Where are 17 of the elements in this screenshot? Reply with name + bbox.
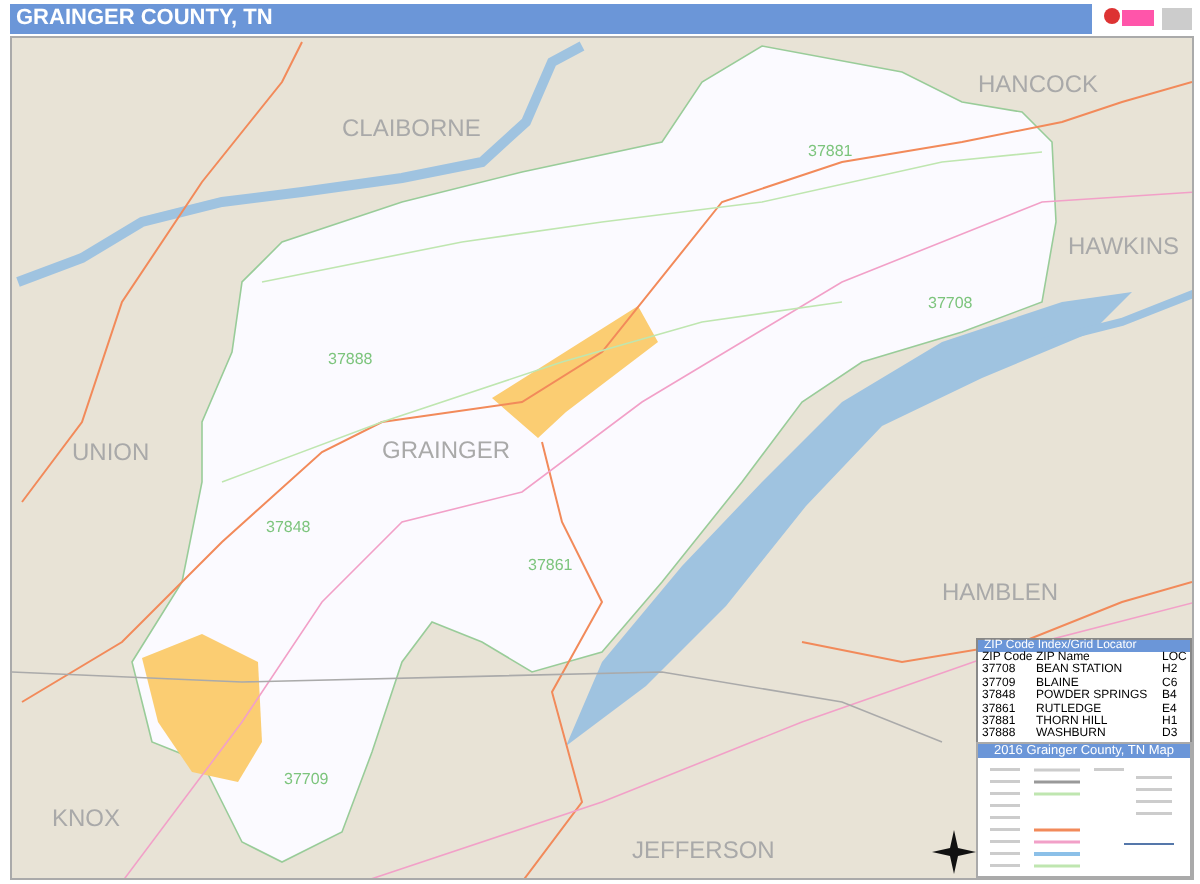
publisher-logo-icon [1102,3,1194,33]
compass-rose-icon [932,830,976,874]
county-label: GRAINGER [382,436,511,464]
map-title: GRAINGER COUNTY, TN [16,6,273,30]
county-label: UNION [72,438,150,466]
zip-code-label: 37708 [928,294,973,312]
county-label: HANCOCK [978,70,1099,98]
county-label: HAWKINS [1068,232,1180,260]
county-label: JEFFERSON [632,836,775,864]
county-label: HAMBLEN [942,578,1059,606]
zip-code-label: 37848 [266,518,311,536]
zip-code-label: 37709 [284,770,329,788]
zip-code-label: 37888 [328,350,373,368]
zip-code-label: 37861 [528,556,573,574]
county-label: KNOX [52,804,121,832]
zip-code-label: 37881 [808,142,853,160]
county-label: CLAIBORNE [342,114,481,142]
